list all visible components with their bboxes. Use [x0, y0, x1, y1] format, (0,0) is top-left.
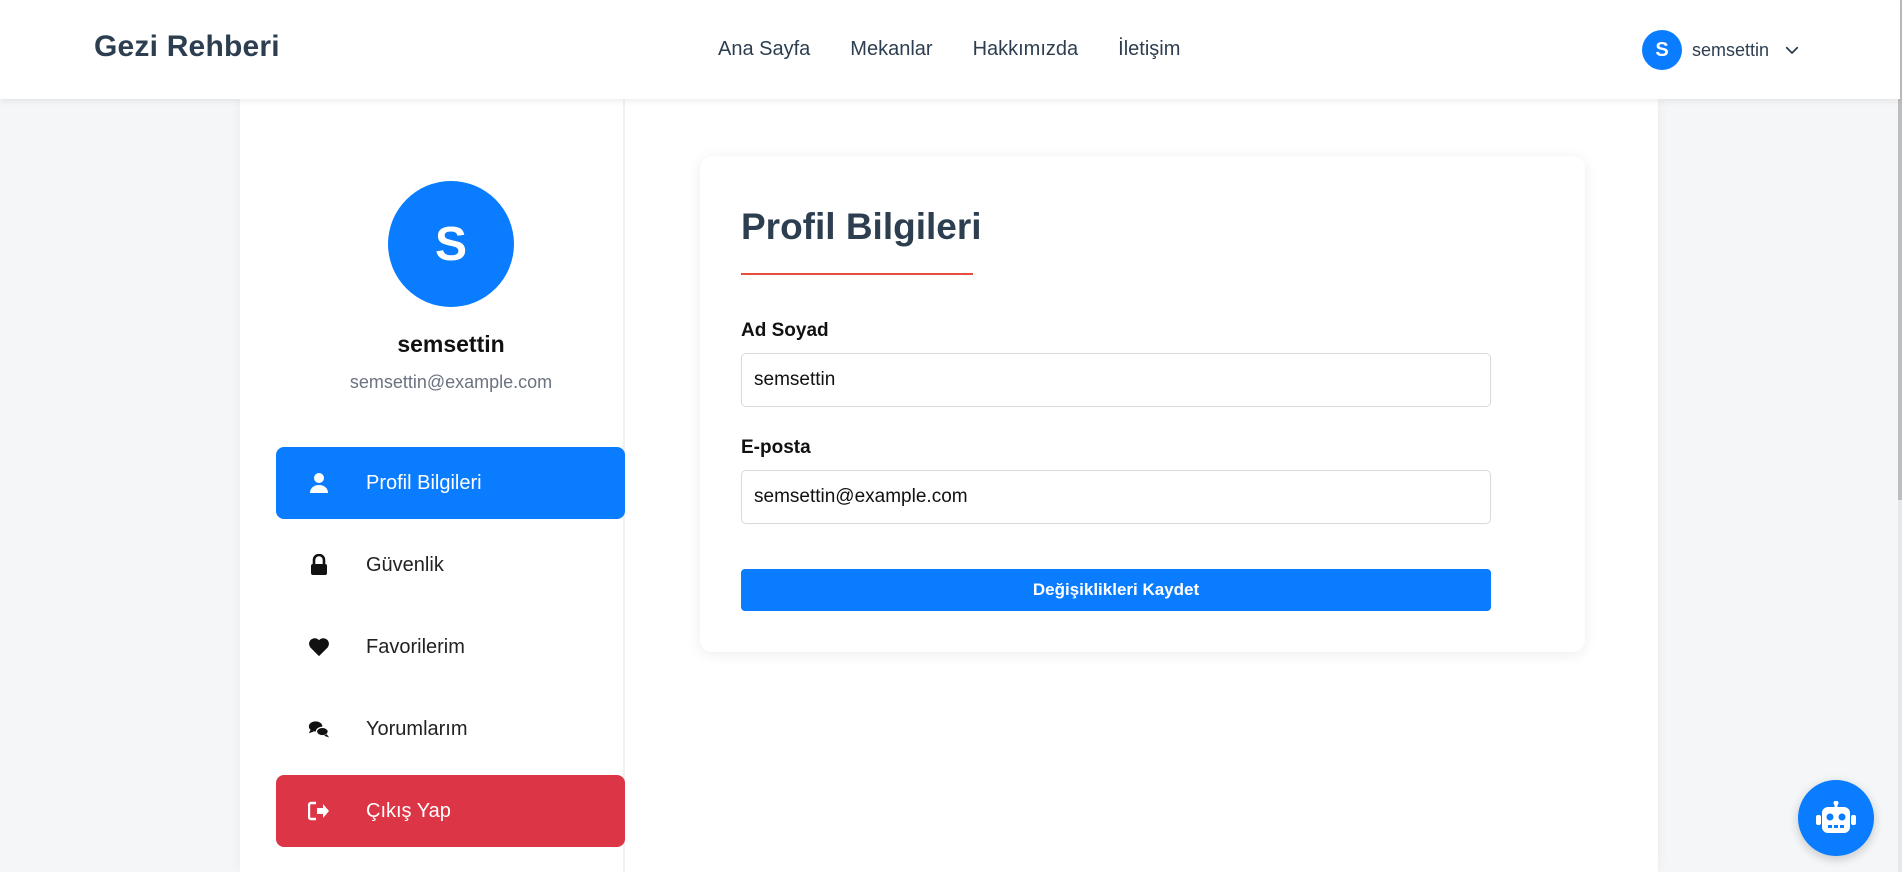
- sidebar-item-favorites[interactable]: Favorilerim: [276, 611, 625, 683]
- sidebar-item-security[interactable]: Güvenlik: [276, 529, 625, 601]
- sidebar-menu: Profil Bilgileri Güvenlik Favorilerim Yo…: [276, 447, 625, 857]
- main-nav: Ana Sayfa Mekanlar Hakkımızda İletişim: [718, 38, 1180, 61]
- nav-link-places[interactable]: Mekanlar: [850, 38, 932, 61]
- profile-avatar: S: [388, 181, 514, 307]
- comments-icon: [308, 718, 330, 740]
- profile-name: semsettin: [397, 331, 505, 357]
- sidebar-item-label: Profil Bilgileri: [366, 471, 482, 494]
- email-input[interactable]: [741, 470, 1491, 524]
- profile-sidebar: S semsettin semsettin@example.com Profil…: [240, 99, 625, 872]
- title-underline: [741, 273, 973, 275]
- sidebar-item-label: Çıkış Yap: [366, 799, 451, 822]
- user-menu-toggle[interactable]: S semsettin: [1642, 30, 1801, 70]
- sidebar-item-profile[interactable]: Profil Bilgileri: [276, 447, 625, 519]
- top-navbar: Gezi Rehberi Ana Sayfa Mekanlar Hakkımız…: [0, 0, 1900, 99]
- heart-icon: [308, 636, 330, 658]
- sidebar-item-logout[interactable]: Çıkış Yap: [276, 775, 625, 847]
- chatbot-button[interactable]: [1798, 780, 1874, 856]
- chevron-down-icon: [1785, 46, 1799, 54]
- lock-icon: [308, 554, 330, 576]
- robot-icon: [1816, 801, 1856, 833]
- user-icon: [308, 472, 330, 494]
- profile-email: semsettin@example.com: [349, 372, 553, 392]
- sign-out-icon: [308, 800, 330, 822]
- nav-link-about[interactable]: Hakkımızda: [973, 38, 1079, 61]
- sidebar-item-label: Yorumlarım: [366, 717, 468, 740]
- sidebar-item-label: Güvenlik: [366, 553, 444, 576]
- email-label: E-posta: [741, 437, 811, 458]
- save-changes-button[interactable]: Değişiklikleri Kaydet: [741, 569, 1491, 611]
- brand-logo[interactable]: Gezi Rehberi: [94, 30, 280, 64]
- profile-info-card: Profil Bilgileri Ad Soyad E-posta Değişi…: [700, 156, 1585, 652]
- nav-link-contact[interactable]: İletişim: [1118, 38, 1180, 61]
- name-label: Ad Soyad: [741, 320, 829, 341]
- page-title: Profil Bilgileri: [741, 206, 982, 247]
- user-avatar: S: [1642, 30, 1682, 70]
- user-name: semsettin: [1692, 39, 1770, 60]
- nav-link-home[interactable]: Ana Sayfa: [718, 38, 810, 61]
- sidebar-item-label: Favorilerim: [366, 635, 465, 658]
- name-input[interactable]: [741, 353, 1491, 407]
- sidebar-item-comments[interactable]: Yorumlarım: [276, 693, 625, 765]
- profile-container: S semsettin semsettin@example.com Profil…: [240, 99, 1658, 872]
